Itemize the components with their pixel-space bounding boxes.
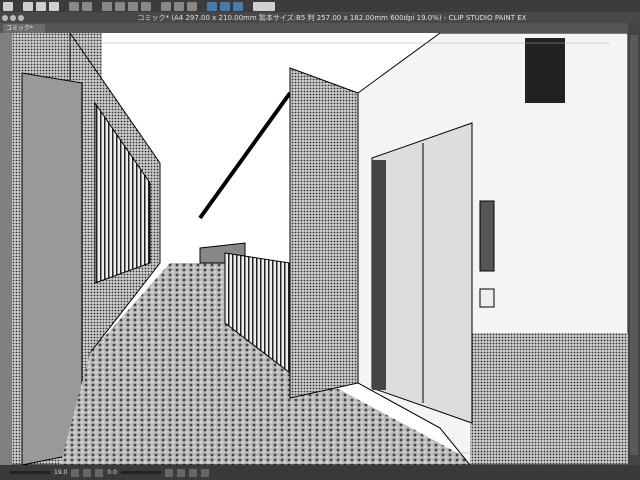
rotate-left-icon[interactable] [164,468,173,477]
status-bar: 19.0 0.0 [0,465,640,480]
save-icon[interactable] [49,1,59,11]
fill-icon[interactable] [128,1,138,11]
close-icon[interactable] [2,14,8,21]
zoom-slider[interactable] [10,471,50,474]
help-icon[interactable] [253,1,275,11]
snap-grid-icon[interactable] [233,1,243,11]
undo-icon[interactable] [69,1,79,11]
zoom-value[interactable]: 19.0 [54,469,67,476]
tab-comic[interactable]: コミック* [3,24,45,33]
fill-selection-icon[interactable] [174,1,184,11]
minimize-icon[interactable] [10,14,16,21]
snap-special-ruler-icon[interactable] [220,1,230,11]
clip-studio-logo-icon[interactable] [3,1,13,11]
canvas[interactable] [0,33,628,465]
rotate-right-icon[interactable] [176,468,185,477]
tab-bar: コミック* [0,23,640,33]
zoom-out-icon[interactable] [71,468,80,477]
fit-icon[interactable] [95,468,104,477]
scrollbar-thumb[interactable] [630,35,638,455]
clear-icon[interactable] [161,1,171,11]
new-file-icon[interactable] [23,1,33,11]
vertical-scrollbar[interactable] [628,23,640,465]
flip-icon[interactable] [200,468,209,477]
snap-ruler-icon[interactable] [207,1,217,11]
zoom-in-icon[interactable] [83,468,92,477]
deselect-icon[interactable] [102,1,112,11]
reset-rotation-icon[interactable] [188,468,197,477]
rotation-slider[interactable] [120,471,161,474]
outline-icon[interactable] [187,1,197,11]
rotation-value[interactable]: 0.0 [107,469,117,476]
title-bar: コミック* (A4 297.00 x 210.00mm 製本サイズ:B5 判 2… [0,12,640,23]
manga-corridor-artwork [12,33,628,465]
window-title: コミック* (A4 297.00 x 210.00mm 製本サイズ:B5 判 2… [137,13,527,22]
crop-icon[interactable] [141,1,151,11]
command-bar [0,0,640,12]
redo-icon[interactable] [82,1,92,11]
transform-icon[interactable] [115,1,125,11]
open-file-icon[interactable] [36,1,46,11]
